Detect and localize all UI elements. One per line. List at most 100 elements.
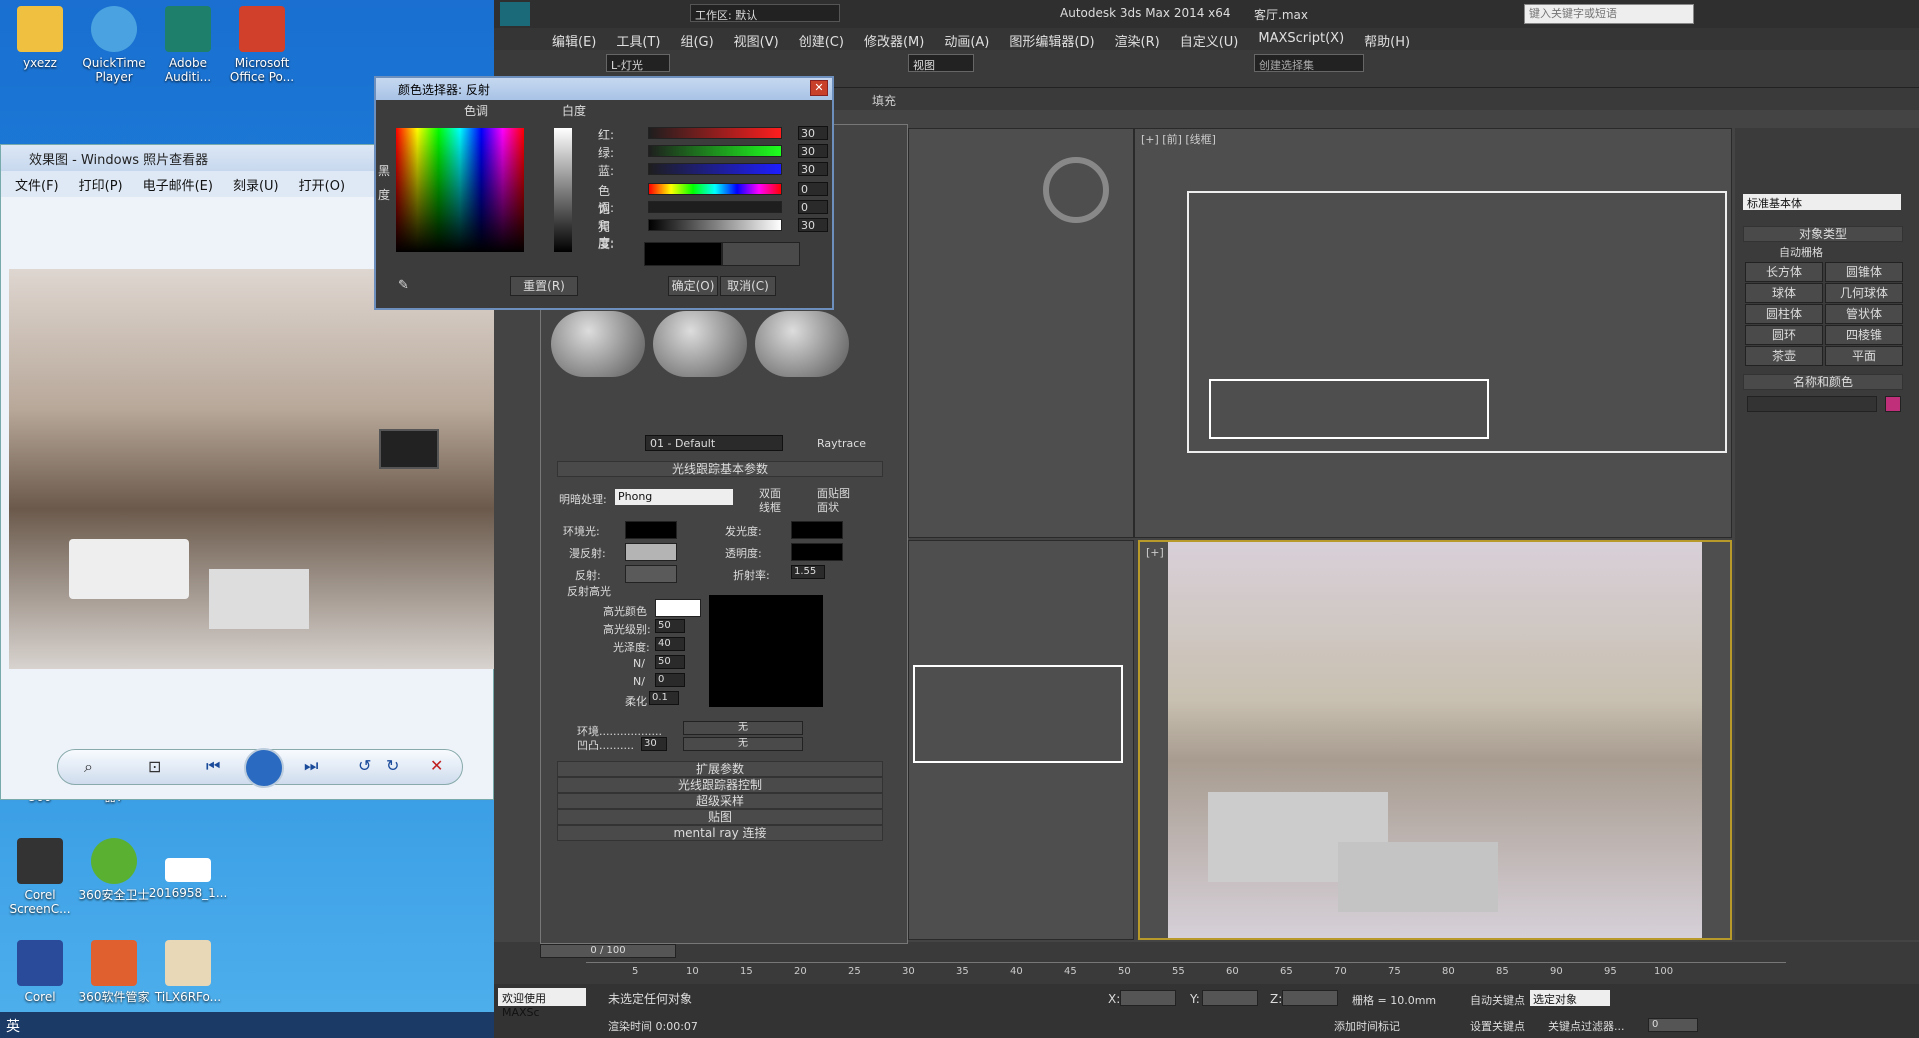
- desktop-icon-image[interactable]: TiLX6RFo...: [148, 940, 228, 1004]
- key-filters-button[interactable]: 关键点过滤器...: [1548, 1018, 1625, 1034]
- auto-key-button[interactable]: 自动关键点: [1470, 992, 1525, 1008]
- add-time-tag[interactable]: 添加时间标记: [1334, 1018, 1400, 1034]
- menu-tools[interactable]: 工具(T): [616, 31, 660, 50]
- environment-map-button[interactable]: 无: [683, 721, 803, 735]
- glossiness-field[interactable]: 40: [655, 637, 685, 651]
- menu-views[interactable]: 视图(V): [734, 31, 779, 50]
- viewport-front[interactable]: [+] [前] [线框]: [1134, 128, 1732, 538]
- saturation-field[interactable]: 0: [798, 200, 828, 214]
- desktop-icon-360-safe[interactable]: 360安全卫士: [74, 838, 154, 902]
- selection-filter-dropdown[interactable]: L-灯光: [606, 54, 670, 72]
- menu-maxscript[interactable]: MAXScript(X): [1258, 31, 1344, 50]
- box-button[interactable]: 长方体: [1745, 262, 1823, 282]
- workspace-dropdown[interactable]: 工作区: 默认: [690, 4, 840, 22]
- menu-group[interactable]: 组(G): [680, 31, 713, 50]
- menu-help[interactable]: 帮助(H): [1364, 31, 1410, 50]
- name-color-rollout[interactable]: 名称和颜色: [1743, 374, 1903, 390]
- menu-file[interactable]: 文件(F): [15, 175, 59, 197]
- wire-checkbox[interactable]: 线框: [759, 499, 781, 515]
- time-slider[interactable]: 0 / 100: [540, 944, 676, 958]
- red-field[interactable]: 30: [798, 126, 828, 140]
- ime-indicator[interactable]: 英: [6, 1016, 20, 1036]
- delete-icon[interactable]: ✕: [430, 756, 443, 775]
- eyedropper-icon[interactable]: ✎: [398, 278, 414, 294]
- reflect-swatch[interactable]: [625, 565, 677, 583]
- soften-field[interactable]: 0.1: [649, 691, 679, 705]
- material-name-field[interactable]: 01 - Default: [645, 435, 783, 451]
- object-name-field[interactable]: [1747, 396, 1877, 412]
- viewport-bottom-left[interactable]: [908, 540, 1134, 940]
- menu-create[interactable]: 创建(C): [799, 31, 844, 50]
- ok-button[interactable]: 确定(O): [668, 276, 718, 296]
- menu-email[interactable]: 电子邮件(E): [143, 175, 213, 197]
- anisotropy-field[interactable]: 50: [655, 655, 685, 669]
- material-sample-sphere[interactable]: [551, 311, 645, 377]
- cylinder-button[interactable]: 圆柱体: [1745, 304, 1823, 324]
- menu-open[interactable]: 打开(O): [299, 175, 345, 197]
- diffuse-swatch[interactable]: [625, 543, 677, 561]
- blue-slider[interactable]: [648, 163, 782, 175]
- orientation-field[interactable]: 0: [655, 673, 685, 687]
- plane-button[interactable]: 平面: [1825, 346, 1903, 366]
- y-coord-field[interactable]: [1202, 990, 1258, 1006]
- close-icon[interactable]: ✕: [810, 80, 828, 96]
- desktop-icon-powerpoint[interactable]: Microsoft Office Po...: [222, 6, 302, 84]
- saturation-slider[interactable]: [648, 201, 782, 213]
- fit-icon[interactable]: ⊡: [148, 757, 161, 776]
- track-bar[interactable]: 5 10 15 20 25 30 35 40 45 50 55 60 65 70…: [586, 962, 1786, 980]
- teapot-button[interactable]: 茶壶: [1745, 346, 1823, 366]
- rotate-cw-icon[interactable]: ↻: [386, 756, 399, 775]
- desktop-icon-corel[interactable]: Corel: [0, 940, 80, 1004]
- x-coord-field[interactable]: [1120, 990, 1176, 1006]
- set-key-button[interactable]: 设置关键点: [1470, 1018, 1525, 1034]
- menu-graph-editors[interactable]: 图形编辑器(D): [1009, 31, 1094, 50]
- rotate-ccw-icon[interactable]: ↺: [358, 756, 371, 775]
- current-frame-field[interactable]: 0: [1648, 1018, 1698, 1032]
- whiteness-bar[interactable]: [554, 128, 572, 252]
- maxscript-listener[interactable]: 欢迎使用 MAXSc: [498, 988, 586, 1019]
- geosphere-button[interactable]: 几何球体: [1825, 283, 1903, 303]
- torus-button[interactable]: 圆环: [1745, 325, 1823, 345]
- viewport-top-left[interactable]: [908, 128, 1134, 538]
- desktop-icon-corel-capture[interactable]: Corel ScreenC...: [0, 838, 80, 916]
- hue-field[interactable]: 0: [798, 182, 828, 196]
- mental-ray-rollout[interactable]: mental ray 连接: [557, 825, 883, 841]
- desktop-icon-file[interactable]: 2016958_1...: [148, 838, 228, 900]
- autogrid-checkbox[interactable]: 自动栅格: [1779, 244, 1823, 260]
- menu-burn[interactable]: 刻录(U): [233, 175, 279, 197]
- value-field[interactable]: 30: [798, 218, 828, 232]
- menu-customize[interactable]: 自定义(U): [1180, 31, 1239, 50]
- value-slider[interactable]: [648, 219, 782, 231]
- raytracer-controls-rollout[interactable]: 光线跟踪器控制: [557, 777, 883, 793]
- tube-button[interactable]: 管状体: [1825, 304, 1903, 324]
- named-selection-dropdown[interactable]: 创建选择集: [1254, 54, 1364, 72]
- object-color-swatch[interactable]: [1885, 396, 1901, 412]
- transparency-swatch[interactable]: [791, 543, 843, 561]
- pyramid-button[interactable]: 四棱锥: [1825, 325, 1903, 345]
- max-app-icon[interactable]: [500, 2, 530, 26]
- supersampling-rollout[interactable]: 超级采样: [557, 793, 883, 809]
- zoom-icon[interactable]: ⌕: [84, 757, 93, 777]
- previous-icon[interactable]: ⏮: [206, 756, 220, 776]
- z-coord-field[interactable]: [1282, 990, 1338, 1006]
- primitive-type-dropdown[interactable]: 标准基本体: [1743, 194, 1901, 210]
- search-input[interactable]: [1524, 4, 1694, 24]
- ior-field[interactable]: 1.55: [791, 565, 825, 579]
- desktop-icon-quicktime[interactable]: QuickTime Player: [74, 6, 154, 84]
- menu-rendering[interactable]: 渲染(R): [1115, 31, 1160, 50]
- bump-amount-field[interactable]: 30: [641, 737, 667, 751]
- viewcube-icon[interactable]: [1043, 157, 1109, 223]
- green-slider[interactable]: [648, 145, 782, 157]
- desktop-icon-360-manager[interactable]: 360软件管家: [74, 940, 154, 1004]
- menu-print[interactable]: 打印(P): [79, 175, 123, 197]
- next-icon[interactable]: ⏭: [304, 756, 318, 776]
- cone-button[interactable]: 圆锥体: [1825, 262, 1903, 282]
- red-slider[interactable]: [648, 127, 782, 139]
- menu-animation[interactable]: 动画(A): [944, 31, 989, 50]
- raytrace-basic-rollout[interactable]: 光线跟踪基本参数: [557, 461, 883, 477]
- reference-coord-dropdown[interactable]: 视图: [908, 54, 974, 72]
- faceted-checkbox[interactable]: 面状: [817, 499, 839, 515]
- bump-map-button[interactable]: 无: [683, 737, 803, 751]
- material-sample-sphere[interactable]: [755, 311, 849, 377]
- viewport-front-label[interactable]: [+] [前] [线框]: [1141, 131, 1216, 147]
